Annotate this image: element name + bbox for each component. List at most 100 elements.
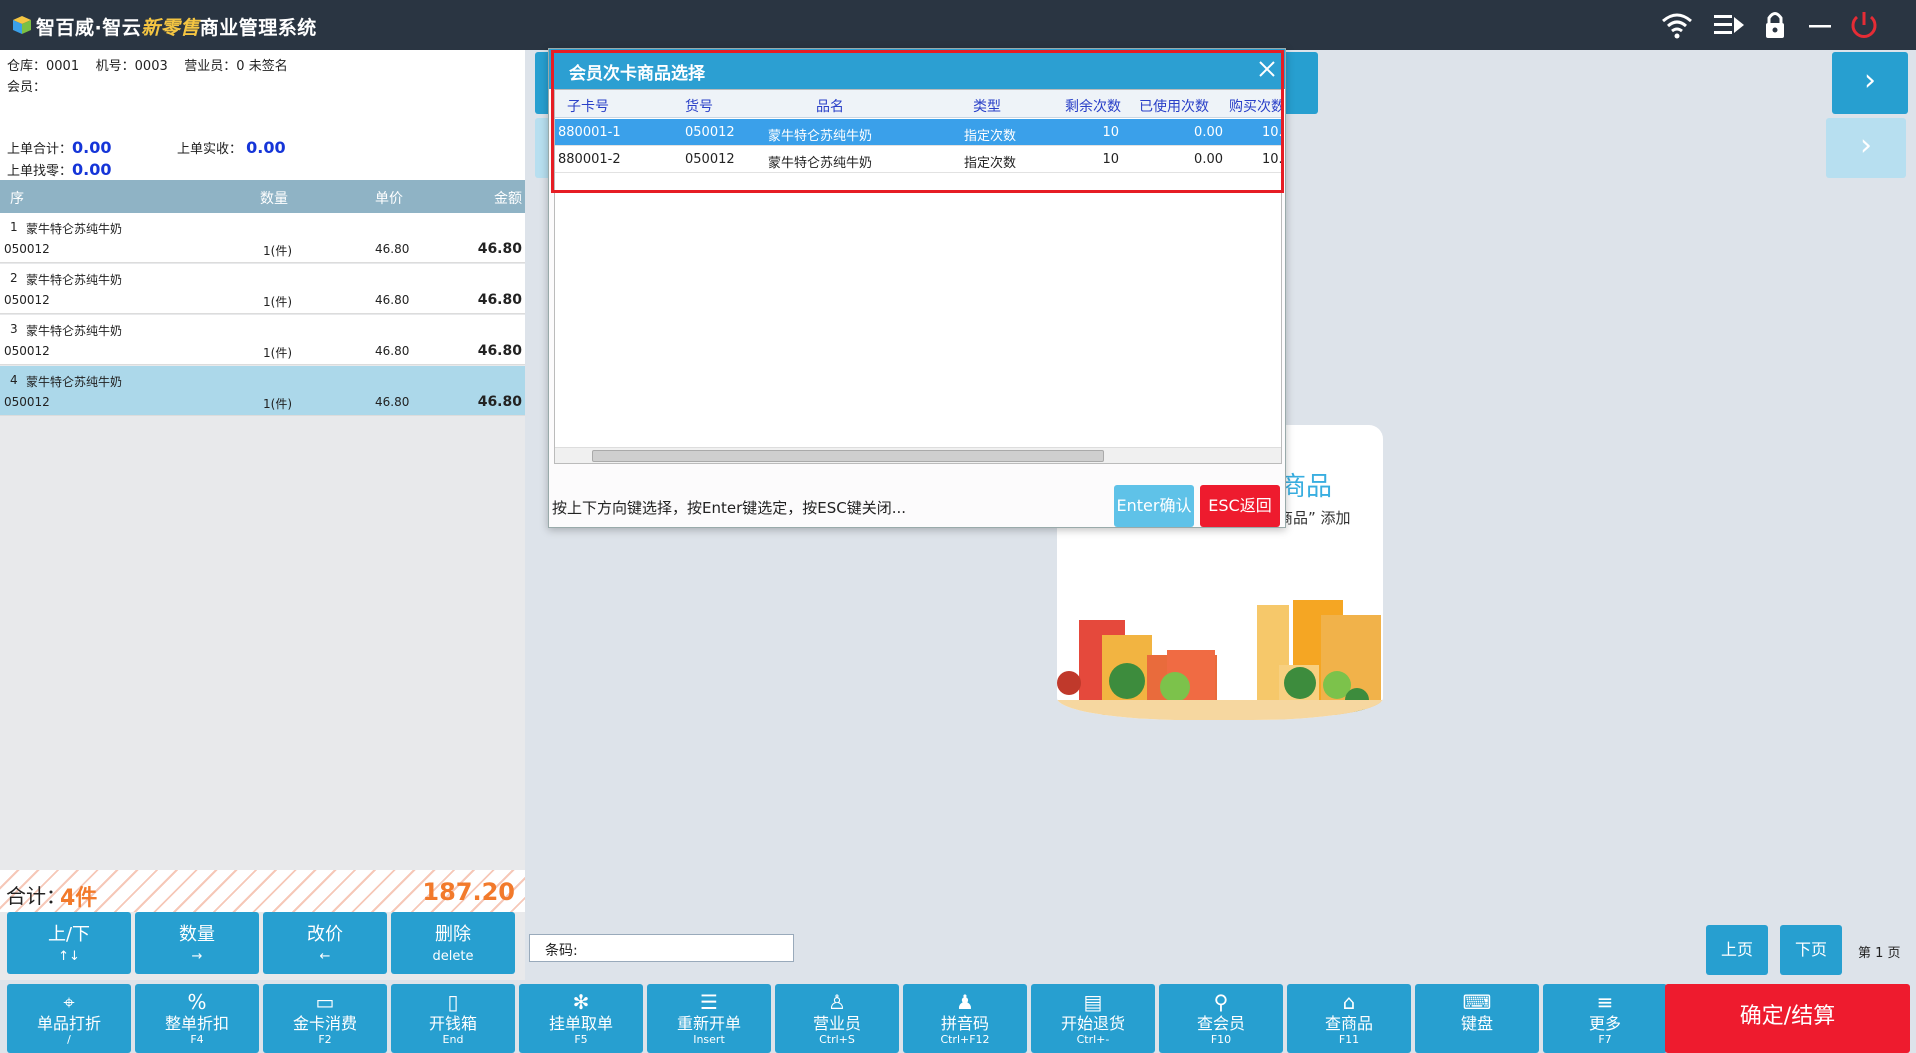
function-button[interactable]: ▯ 开钱箱 End — [391, 984, 515, 1053]
bag-icon: ⌂ — [1342, 990, 1356, 1014]
cell-code: 050012 — [685, 152, 735, 167]
cell-remaining: 10 — [1102, 152, 1119, 167]
cell-used: 0.00 — [1194, 152, 1223, 167]
change-price-button[interactable]: 改价 ← — [263, 912, 387, 974]
app-title: 智百威·智云新零售商业管理系统 — [36, 17, 317, 39]
row-amount: 46.80 — [477, 292, 522, 308]
function-button[interactable]: ⚲ 查会员 F10 — [1159, 984, 1283, 1053]
member-info: 会员： — [7, 80, 47, 95]
minimize-icon[interactable] — [1803, 10, 1837, 40]
order-total-bar: 合计： 4件 187.20 — [0, 870, 525, 912]
function-button[interactable]: ≡ 更多 F7 — [1543, 984, 1667, 1053]
function-key: F2 — [318, 1033, 332, 1046]
table-row[interactable]: 880001-2 050012 蒙牛特仑苏纯牛奶 指定次数 10 0.00 10. — [555, 146, 1281, 173]
change-price-key: ← — [319, 949, 331, 964]
function-label: 查商品 — [1324, 1014, 1373, 1033]
row-seq: 3 — [10, 322, 18, 336]
percent-icon: % — [187, 990, 207, 1014]
card-goods-table: 子卡号 货号 品名 类型 剩余次数 已使用次数 购买次数 880001-1 050… — [554, 89, 1282, 464]
cell-name: 蒙牛特仑苏纯牛奶 — [768, 156, 873, 171]
scrollbar-thumb[interactable] — [592, 450, 1104, 462]
horizontal-scrollbar[interactable] — [555, 447, 1281, 463]
cell-used: 0.00 — [1194, 125, 1223, 140]
wifi-icon[interactable] — [1660, 10, 1694, 40]
row-name: 蒙牛特仑苏纯牛奶 — [26, 273, 123, 287]
quantity-label: 数量 — [179, 924, 215, 945]
next-category-button-disabled[interactable]: › — [1826, 118, 1906, 178]
row-name: 蒙牛特仑苏纯牛奶 — [26, 324, 123, 338]
checkout-button[interactable]: 确定/结算 — [1665, 984, 1910, 1053]
close-icon[interactable] — [1255, 57, 1279, 81]
row-code: 050012 — [4, 395, 50, 409]
function-button[interactable]: ♙ 营业员 Ctrl+S — [775, 984, 899, 1053]
confirm-button[interactable]: Enter确认 — [1114, 485, 1194, 527]
function-key: Insert — [693, 1033, 725, 1046]
function-label: 整单折扣 — [164, 1014, 229, 1033]
dialog-header: 会员次卡商品选择 — [549, 49, 1285, 89]
function-button[interactable]: ✻ 挂单取单 F5 — [519, 984, 643, 1053]
order-info: 仓库：0001 机号：0003 营业员：0 未签名 会员： 上单合计：0.00 … — [0, 50, 525, 180]
order-row[interactable]: 4 蒙牛特仑苏纯牛奶 050012 1(件) 46.80 46.80 — [0, 366, 525, 416]
esc-return-button[interactable]: ESC返回 — [1200, 485, 1280, 527]
quantity-button[interactable]: 数量 → — [135, 912, 259, 974]
row-qty: 1(件) — [263, 397, 292, 411]
table-row[interactable]: 880001-1 050012 蒙牛特仑苏纯牛奶 指定次数 10 0.00 10. — [555, 119, 1282, 146]
row-amount: 46.80 — [477, 343, 522, 359]
delete-button[interactable]: 删除 delete — [391, 912, 515, 974]
up-down-key: ↑↓ — [58, 949, 80, 964]
function-button[interactable]: ♟ 拼音码 Ctrl+F12 — [903, 984, 1027, 1053]
function-button[interactable]: % 整单折扣 F4 — [135, 984, 259, 1053]
function-label: 金卡消费 — [292, 1014, 357, 1033]
order-row[interactable]: 1 蒙牛特仑苏纯牛奶 050012 1(件) 46.80 46.80 — [0, 213, 525, 263]
header-qty: 数量 — [260, 191, 288, 207]
dialog-hint: 按上下方向键选择，按Enter键选定，按ESC键关闭... — [552, 499, 907, 517]
row-seq: 4 — [10, 373, 18, 387]
page-indicator: 第 1 页 — [1858, 946, 1901, 961]
order-panel: 仓库：0001 机号：0003 营业员：0 未签名 会员： 上单合计：0.00 … — [0, 50, 525, 1053]
next-category-button[interactable]: › — [1832, 52, 1908, 114]
menu-icon: ≡ — [1596, 990, 1614, 1014]
order-table-header: 序 数量 单价 金额 — [0, 180, 525, 213]
barcode-input[interactable]: 条码: — [529, 934, 794, 962]
row-price: 46.80 — [375, 293, 410, 307]
menu-arrow-icon[interactable] — [1712, 10, 1746, 40]
function-label: 挂单取单 — [548, 1014, 613, 1033]
row-price: 46.80 — [375, 344, 410, 358]
function-button[interactable]: ⌖ 单品打折 / — [7, 984, 131, 1053]
function-button[interactable]: ⌂ 查商品 F11 — [1287, 984, 1411, 1053]
last-total: 上单合计：0.00 — [7, 138, 112, 157]
function-button[interactable]: ▭ 金卡消费 F2 — [263, 984, 387, 1053]
up-down-button[interactable]: 上/下 ↑↓ — [7, 912, 131, 974]
lock-icon[interactable] — [1758, 10, 1792, 40]
prev-page-button[interactable]: 上页 — [1706, 925, 1768, 975]
chevron-right-icon: › — [1860, 128, 1872, 163]
total-amount: 187.20 — [422, 878, 515, 906]
order-row[interactable]: 3 蒙牛特仑苏纯牛奶 050012 1(件) 46.80 46.80 — [0, 315, 525, 365]
function-label: 营业员 — [812, 1014, 861, 1033]
cell-bought: 10. — [1262, 125, 1282, 140]
row-name: 蒙牛特仑苏纯牛奶 — [26, 222, 123, 236]
row-qty: 1(件) — [263, 295, 292, 309]
terminal-info: 仓库：0001 机号：0003 营业员：0 未签名 — [7, 59, 288, 74]
function-label: 拼音码 — [940, 1014, 989, 1033]
function-label: 键盘 — [1460, 1014, 1493, 1033]
function-button[interactable]: ☰ 重新开单 Insert — [647, 984, 771, 1053]
header-amount: 金额 — [494, 191, 522, 207]
empty-goods-subtitle: 商品” 添加 — [1278, 509, 1351, 527]
row-code: 050012 — [4, 293, 50, 307]
row-seq: 1 — [10, 220, 18, 234]
cube-logo-icon — [13, 16, 31, 34]
row-amount: 46.80 — [477, 394, 522, 410]
power-icon[interactable] — [1847, 10, 1881, 40]
function-bar: ⌖ 单品打折 /% 整单折扣 F4 ▭ 金卡消费 F2 ▯ 开钱箱 End ✻ 挂单取单 F5 ☰ 重新开单 I… — [0, 980, 1916, 1053]
col-code: 货号 — [685, 99, 713, 115]
function-label: 开钱箱 — [428, 1014, 477, 1033]
card-icon: ▭ — [315, 990, 335, 1014]
function-button[interactable]: ⌨ 键盘 — [1415, 984, 1539, 1053]
next-page-button[interactable]: 下页 — [1780, 925, 1842, 975]
cell-card: 880001-2 — [558, 152, 621, 167]
function-button[interactable]: ▤ 开始退货 Ctrl+- — [1031, 984, 1155, 1053]
order-row[interactable]: 2 蒙牛特仑苏纯牛奶 050012 1(件) 46.80 46.80 — [0, 264, 525, 314]
function-key: Ctrl+- — [1076, 1033, 1110, 1046]
function-key: F4 — [190, 1033, 204, 1046]
